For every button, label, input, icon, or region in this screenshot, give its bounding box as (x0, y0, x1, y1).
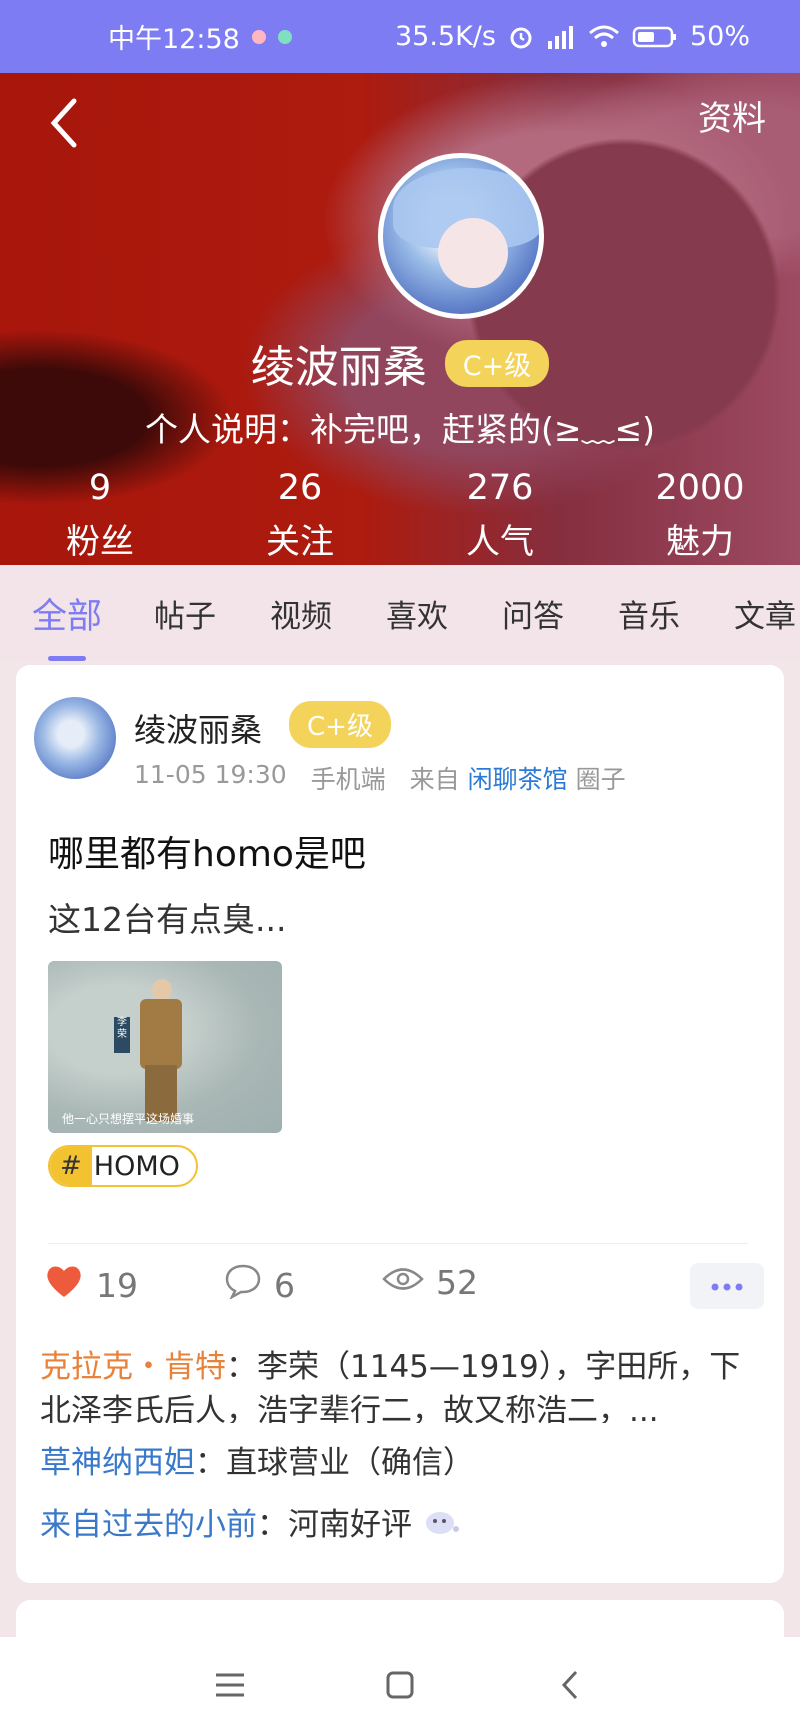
stat-popularity: 276 人气 (466, 468, 534, 562)
status-time: 中午12:58 (108, 24, 240, 55)
tab-likes[interactable]: 喜欢 (386, 591, 448, 636)
circle-suffix: 圈子 (575, 765, 626, 794)
wifi-icon (588, 25, 620, 49)
circle-link[interactable]: 闲聊茶馆 (468, 765, 568, 794)
comment-text: 河南好评 (288, 1507, 412, 1543)
comment-user[interactable]: 克拉克・肯特 (40, 1349, 226, 1385)
comment-item[interactable]: 克拉克・肯特：李荣（1145—1919），字田所，下北泽李氏后人，浩字辈行二，故… (40, 1345, 760, 1423)
post-meta: 11-05 19:30 手机端 来自 闲聊茶馆 圈子 (134, 760, 626, 796)
sticker-icon (422, 1505, 462, 1549)
comment-preview-list: 克拉克・肯特：李荣（1145—1919），字田所，下北泽李氏后人，浩字辈行二，故… (40, 1345, 760, 1567)
menu-icon[interactable] (210, 1665, 250, 1705)
tab-posts[interactable]: 帖子 (154, 591, 216, 636)
tab-music[interactable]: 音乐 (618, 591, 680, 636)
comment-user[interactable]: 草神纳西妲 (40, 1445, 195, 1481)
topic-tag[interactable]: # HOMO (48, 1145, 198, 1187)
network-speed: 35.5K/s (394, 21, 496, 52)
system-nav-bar (0, 1637, 800, 1733)
hash-icon: # (50, 1147, 92, 1185)
battery-icon (632, 25, 678, 49)
like-count: 19 (96, 1265, 138, 1305)
post-card[interactable]: 绫波丽桑 C+级 11-05 19:30 手机端 来自 闲聊茶馆 圈子 哪里都有… (16, 665, 784, 1583)
views-display: 52 (382, 1263, 478, 1302)
signal-icon (546, 25, 576, 49)
comment-item[interactable]: 草神纳西妲：直球营业（确信） (40, 1441, 760, 1485)
stat-charm: 2000 魅力 (655, 468, 745, 562)
heart-icon (44, 1263, 84, 1307)
tab-videos[interactable]: 视频 (270, 591, 332, 636)
comment-user[interactable]: 来自过去的小前 (40, 1507, 257, 1543)
comment-icon (224, 1263, 262, 1307)
battery-percent: 50% (689, 21, 750, 52)
status-bar: 中午12:58 35.5K/s 50% (0, 0, 800, 73)
content-tabs: 全部 帖子 视频 喜欢 问答 音乐 文章 (0, 565, 800, 661)
post-author-name[interactable]: 绫波丽桑 (134, 705, 262, 751)
comment-count: 6 (274, 1265, 295, 1305)
image-caption: 他一心只想摆平这场婚事 (62, 1112, 195, 1126)
post-actions: 19 6 52 (44, 1263, 764, 1323)
divider (48, 1243, 748, 1244)
comment-item[interactable]: 来自过去的小前：河南好评 (40, 1503, 760, 1549)
tag-name: HOMO (93, 1150, 180, 1182)
stat-following[interactable]: 26 关注 (220, 468, 380, 563)
tab-qa[interactable]: 问答 (502, 591, 564, 636)
post-time: 11-05 19:30 (134, 760, 287, 789)
more-button[interactable] (690, 1263, 764, 1309)
level-badge: C+级 (444, 339, 550, 387)
post-title[interactable]: 哪里都有homo是吧 (48, 825, 366, 877)
alarm-icon (508, 24, 534, 50)
profile-header: 资料 绫波丽桑 C+级 个人说明：补完吧，赶紧的(≥﹏≤) 9 粉丝 26 关注… (0, 73, 800, 565)
profile-info-link[interactable]: 资料 (698, 91, 766, 140)
profile-name: 绫波丽桑 (250, 342, 427, 393)
notification-icon-2 (277, 29, 292, 44)
comment-text: 直球营业（确信） (226, 1445, 474, 1481)
tab-all[interactable]: 全部 (32, 588, 102, 661)
eye-icon (382, 1263, 424, 1302)
post-author-avatar[interactable] (34, 697, 116, 779)
notification-icon (251, 29, 266, 44)
chevron-left-icon[interactable] (44, 93, 84, 153)
image-sign: 李荣 (114, 1017, 130, 1053)
avatar[interactable] (378, 153, 544, 319)
post-from-label: 来自 (409, 765, 460, 794)
home-icon[interactable] (380, 1665, 420, 1705)
comment-button[interactable]: 6 (224, 1263, 295, 1307)
profile-bio: 个人说明：补完吧，赶紧的(≥﹏≤) (144, 410, 656, 449)
stat-followers[interactable]: 9 粉丝 (20, 468, 180, 563)
name-row: 绫波丽桑 C+级 (0, 331, 800, 395)
post-image[interactable]: 李荣 他一心只想摆平这场婚事 (48, 961, 282, 1133)
post-level-badge: C+级 (289, 701, 391, 748)
more-dots-icon (709, 1277, 745, 1296)
like-button[interactable]: 19 (44, 1263, 138, 1307)
view-count: 52 (436, 1263, 478, 1302)
tab-articles[interactable]: 文章 (734, 591, 796, 636)
back-icon[interactable] (550, 1665, 590, 1705)
post-device: 手机端 (310, 765, 386, 794)
post-body[interactable]: 这12台有点臭... (48, 893, 286, 941)
